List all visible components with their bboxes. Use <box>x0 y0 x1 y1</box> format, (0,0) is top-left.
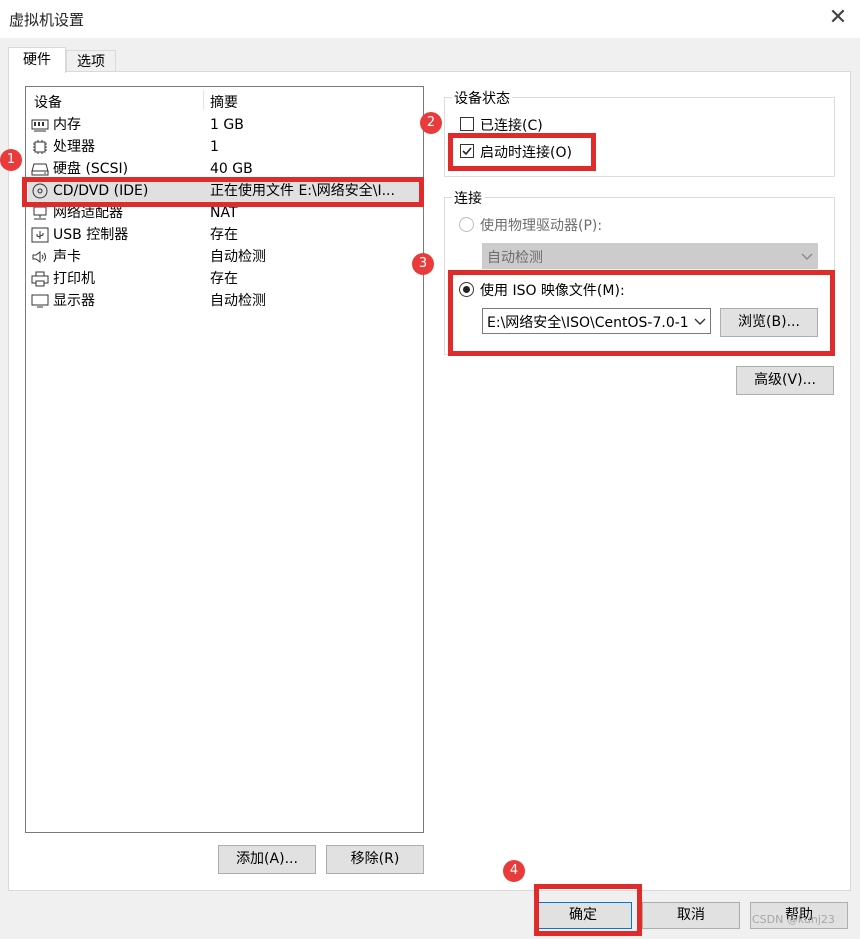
column-header-summary[interactable]: 摘要 <box>210 92 238 112</box>
watermark: CSDN @kunj23 <box>752 913 835 926</box>
remove-device-button[interactable]: 移除(R) <box>326 845 424 874</box>
close-icon[interactable]: ✕ <box>826 4 850 32</box>
device-row-display[interactable]: 显示器 自动检测 <box>28 290 422 312</box>
annotation-badge-1: 1 <box>0 149 22 171</box>
device-summary: 存在 <box>210 271 238 287</box>
highlight-box-ok-button <box>534 884 642 936</box>
memory-icon <box>31 119 49 132</box>
device-row-memory[interactable]: 内存 1 GB <box>28 114 422 136</box>
device-row-sound-card[interactable]: 声卡 自动检测 <box>28 246 422 268</box>
device-name: 打印机 <box>53 271 95 287</box>
printer-icon <box>31 271 49 287</box>
device-row-printer[interactable]: 打印机 存在 <box>28 268 422 290</box>
device-summary: 存在 <box>210 227 238 243</box>
annotation-badge-2: 2 <box>420 112 442 134</box>
usb-icon <box>31 227 49 243</box>
annotation-badge-4: 4 <box>503 860 525 882</box>
connected-checkbox[interactable] <box>460 117 474 131</box>
connected-label[interactable]: 已连接(C) <box>480 115 543 135</box>
device-summary: 自动检测 <box>210 249 266 265</box>
device-status-title: 设备状态 <box>452 88 512 108</box>
physical-drive-label[interactable]: 使用物理驱动器(P): <box>480 215 602 235</box>
annotation-badge-3: 3 <box>412 253 434 275</box>
device-name: 处理器 <box>53 139 95 155</box>
highlight-box-iso-image <box>448 270 835 356</box>
highlight-box-cd-dvd <box>22 177 424 207</box>
physical-drive-value: 自动检测 <box>487 250 543 266</box>
device-name: 声卡 <box>53 249 81 265</box>
physical-drive-radio[interactable] <box>459 217 474 232</box>
physical-drive-select[interactable]: 自动检测 <box>482 243 818 269</box>
speaker-icon <box>32 251 46 263</box>
tab-options[interactable]: 选项 <box>66 50 116 72</box>
add-device-button[interactable]: 添加(A)... <box>218 845 316 874</box>
tab-hardware[interactable]: 硬件 <box>8 47 66 73</box>
device-row-usb[interactable]: USB 控制器 存在 <box>28 224 422 246</box>
cancel-button[interactable]: 取消 <box>642 902 740 929</box>
device-name: 内存 <box>53 117 81 133</box>
monitor-icon <box>31 294 49 308</box>
network-adapter-icon <box>33 206 47 220</box>
advanced-button[interactable]: 高级(V)... <box>736 366 834 395</box>
chevron-down-icon <box>801 253 813 260</box>
device-summary: 自动检测 <box>210 293 266 309</box>
device-summary: 1 <box>210 139 219 155</box>
connection-title: 连接 <box>452 188 484 208</box>
device-name: 显示器 <box>53 293 95 309</box>
column-header-device[interactable]: 设备 <box>34 92 62 112</box>
window-title: 虚拟机设置 <box>9 11 85 29</box>
harddisk-icon <box>31 163 49 176</box>
device-row-processor[interactable]: 处理器 1 <box>28 136 422 158</box>
cpu-icon <box>33 140 47 154</box>
device-summary: 1 GB <box>210 117 244 133</box>
device-name: USB 控制器 <box>53 227 129 243</box>
highlight-box-connect-at-power-on <box>448 133 596 171</box>
title-bar <box>0 0 860 38</box>
column-separator[interactable] <box>203 90 204 110</box>
